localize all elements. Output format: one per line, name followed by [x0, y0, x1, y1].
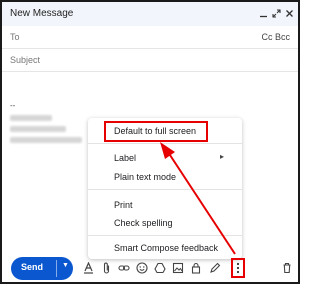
trash-icon[interactable] [281, 262, 293, 274]
to-label: To [10, 32, 20, 42]
signature-line-blurred [10, 126, 66, 132]
drive-icon[interactable] [154, 262, 166, 274]
photo-icon[interactable] [172, 262, 184, 274]
close-icon[interactable] [284, 8, 294, 19]
subject-field[interactable]: Subject [2, 49, 298, 72]
send-divider [56, 260, 57, 277]
signature-line-blurred [10, 137, 82, 143]
compose-toolbar: Send ▼ [2, 252, 298, 282]
subject-placeholder: Subject [10, 55, 41, 65]
link-icon[interactable] [118, 262, 130, 274]
cc-bcc-link[interactable]: Cc Bcc [261, 32, 290, 42]
signature-block: -- [10, 102, 82, 143]
window-title: New Message [10, 8, 74, 19]
expand-icon[interactable] [271, 8, 281, 19]
send-label: Send [21, 262, 44, 272]
pen-icon[interactable] [209, 262, 221, 274]
menu-item-label: Print [114, 200, 133, 210]
chevron-right-icon: ▸ [219, 152, 224, 161]
send-button[interactable]: Send ▼ [11, 257, 73, 280]
menu-divider [88, 235, 242, 236]
menu-item-label: Plain text mode [114, 172, 177, 182]
compose-window: New Message To Cc Bcc Subject -- Default… [0, 0, 300, 284]
highlight-box-default-full-screen [104, 121, 208, 142]
menu-item-label: Label [114, 153, 137, 163]
menu-item-print[interactable]: Print [88, 196, 242, 214]
schedule-send-caret-icon[interactable]: ▼ [62, 262, 69, 269]
menu-item-plain-text-mode[interactable]: Plain text mode [88, 168, 242, 186]
format-text-icon[interactable] [82, 262, 94, 274]
minimize-icon[interactable] [258, 8, 268, 19]
emoji-icon[interactable] [136, 262, 148, 274]
attach-icon[interactable] [100, 262, 112, 274]
signature-line-blurred [10, 115, 52, 121]
signature-dash: -- [10, 101, 16, 110]
menu-item-label: Check spelling [114, 218, 173, 228]
lock-icon[interactable] [190, 262, 202, 274]
compose-titlebar[interactable]: New Message [2, 2, 298, 26]
window-controls [258, 8, 294, 19]
menu-divider [88, 143, 242, 144]
menu-item-check-spelling[interactable]: Check spelling [88, 214, 242, 232]
to-field[interactable]: To Cc Bcc [2, 26, 298, 49]
menu-item-label-submenu[interactable]: Label ▸ [88, 149, 242, 167]
menu-divider [88, 189, 242, 190]
highlight-box-more-options [231, 258, 245, 278]
